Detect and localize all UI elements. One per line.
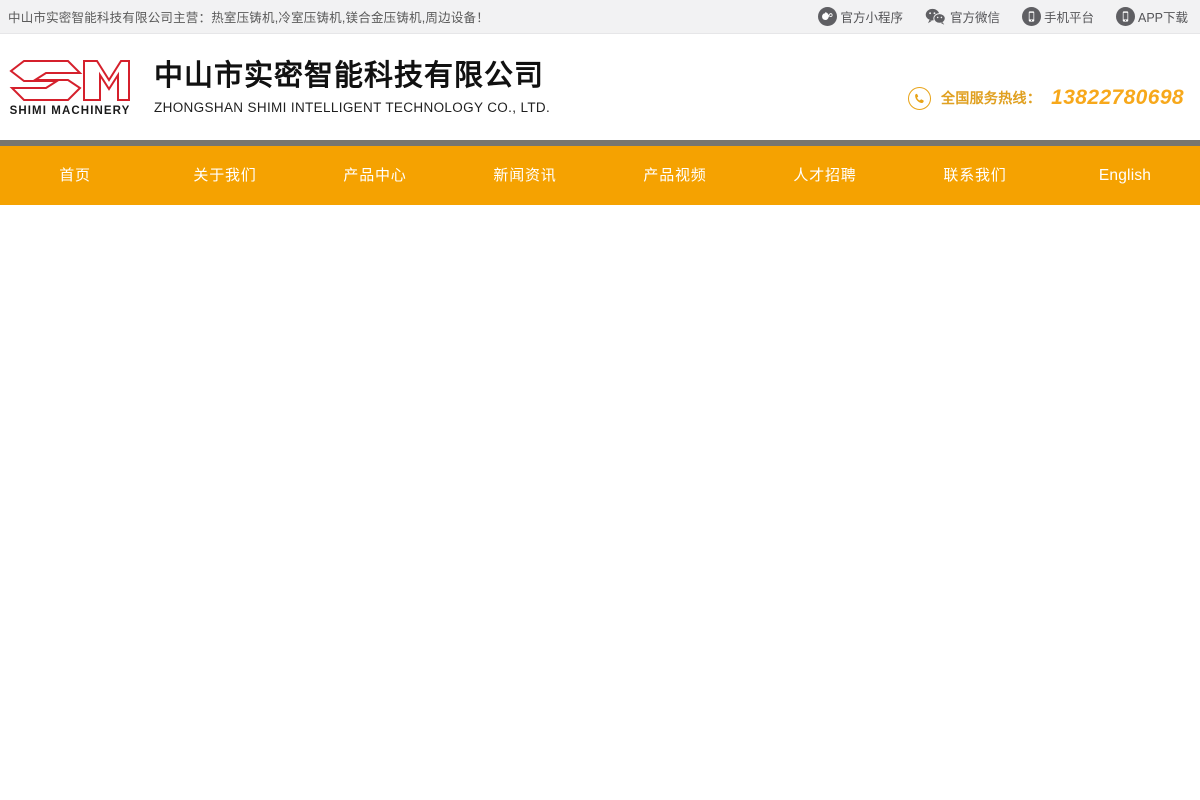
nav-item-products[interactable]: 产品中心	[300, 146, 450, 205]
company-name-en: ZHONGSHAN SHIMI INTELLIGENT TECHNOLOGY C…	[154, 99, 551, 115]
page-content-area	[0, 205, 1200, 800]
company-logo[interactable]: SHIMI MACHINERY	[8, 58, 132, 117]
app-download-icon	[1115, 7, 1135, 26]
brand-text: 中山市实密智能科技有限公司 ZHONGSHAN SHIMI INTELLIGEN…	[154, 59, 550, 114]
top-bar-link-wechat[interactable]: 官方微信	[925, 7, 1000, 26]
site-header: SHIMI MACHINERY 中山市实密智能科技有限公司 ZHONGSHAN …	[0, 34, 1200, 140]
top-bar-link-label: 官方微信	[949, 11, 1000, 25]
sm-logo-icon	[9, 59, 130, 101]
top-bar: 中山市实密智能科技有限公司主营：热室压铸机,冷室压铸机,镁合金压铸机,周边设备！…	[0, 0, 1200, 34]
nav-item-videos[interactable]: 产品视频	[600, 146, 750, 205]
nav-item-home[interactable]: 首页	[0, 146, 150, 205]
hotline-block: 全国服务热线： 13822780698	[908, 86, 1184, 110]
main-navigation: 首页 关于我们 产品中心 新闻资讯 产品视频 人才招聘 联系我们 English	[0, 146, 1200, 205]
top-bar-link-label: APP下载	[1137, 11, 1188, 25]
top-bar-link-mobile-platform[interactable]: 手机平台	[1021, 7, 1094, 26]
top-bar-link-mini-program[interactable]: 官方小程序	[818, 7, 903, 26]
brand-block[interactable]: SHIMI MACHINERY 中山市实密智能科技有限公司 ZHONGSHAN …	[8, 58, 550, 117]
mini-program-icon	[818, 7, 838, 26]
hotline-number[interactable]: 13822780698	[1051, 86, 1184, 110]
nav-item-careers[interactable]: 人才招聘	[750, 146, 900, 205]
top-bar-slogan: 中山市实密智能科技有限公司主营：热室压铸机,冷室压铸机,镁合金压铸机,周边设备！	[8, 11, 489, 25]
mobile-phone-icon	[1021, 7, 1041, 26]
nav-item-english[interactable]: English	[1050, 146, 1200, 205]
nav-item-contact[interactable]: 联系我们	[900, 146, 1050, 205]
wechat-icon	[925, 7, 947, 26]
top-bar-link-app-download[interactable]: APP下载	[1115, 7, 1188, 26]
nav-item-news[interactable]: 新闻资讯	[450, 146, 600, 205]
top-bar-link-label: 官方小程序	[840, 11, 903, 25]
hotline-label: 全国服务热线：	[941, 90, 1042, 106]
top-bar-links: 官方小程序 官方微信 手机平台 APP下载	[818, 7, 1188, 26]
nav-item-about[interactable]: 关于我们	[150, 146, 300, 205]
top-bar-link-label: 手机平台	[1043, 11, 1094, 25]
phone-icon	[908, 86, 932, 110]
logo-subtitle: SHIMI MACHINERY	[9, 104, 131, 117]
company-name-cn: 中山市实密智能科技有限公司	[154, 60, 545, 93]
